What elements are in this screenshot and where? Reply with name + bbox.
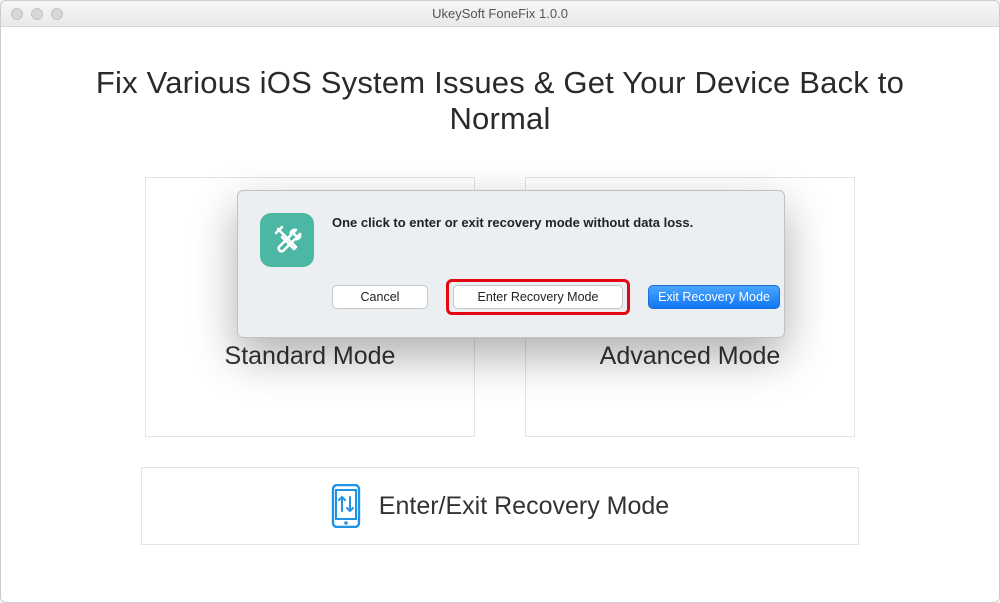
traffic-lights — [11, 8, 63, 20]
dialog-message: One click to enter or exit recovery mode… — [332, 215, 780, 230]
cancel-button[interactable]: Cancel — [332, 285, 428, 309]
advanced-mode-label: Advanced Mode — [600, 342, 781, 371]
close-window-icon[interactable] — [11, 8, 23, 20]
recovery-mode-bar[interactable]: Enter/Exit Recovery Mode — [141, 467, 859, 545]
standard-mode-label: Standard Mode — [225, 342, 396, 371]
tools-icon — [260, 213, 314, 267]
app-window: UkeySoft FoneFix 1.0.0 Fix Various iOS S… — [0, 0, 1000, 603]
page-headline: Fix Various iOS System Issues & Get Your… — [51, 65, 949, 137]
enter-recovery-button[interactable]: Enter Recovery Mode — [453, 285, 623, 309]
dialog-body: One click to enter or exit recovery mode… — [332, 213, 780, 315]
zoom-window-icon[interactable] — [51, 8, 63, 20]
window-title: UkeySoft FoneFix 1.0.0 — [432, 6, 568, 21]
exit-recovery-button[interactable]: Exit Recovery Mode — [648, 285, 780, 309]
titlebar: UkeySoft FoneFix 1.0.0 — [1, 1, 999, 27]
dialog-buttons: Cancel Enter Recovery Mode Exit Recovery… — [332, 279, 780, 315]
recovery-mode-label: Enter/Exit Recovery Mode — [379, 492, 669, 521]
phone-arrows-icon — [331, 484, 361, 528]
enter-button-highlight: Enter Recovery Mode — [446, 279, 630, 315]
recovery-mode-dialog: One click to enter or exit recovery mode… — [237, 190, 785, 338]
minimize-window-icon[interactable] — [31, 8, 43, 20]
